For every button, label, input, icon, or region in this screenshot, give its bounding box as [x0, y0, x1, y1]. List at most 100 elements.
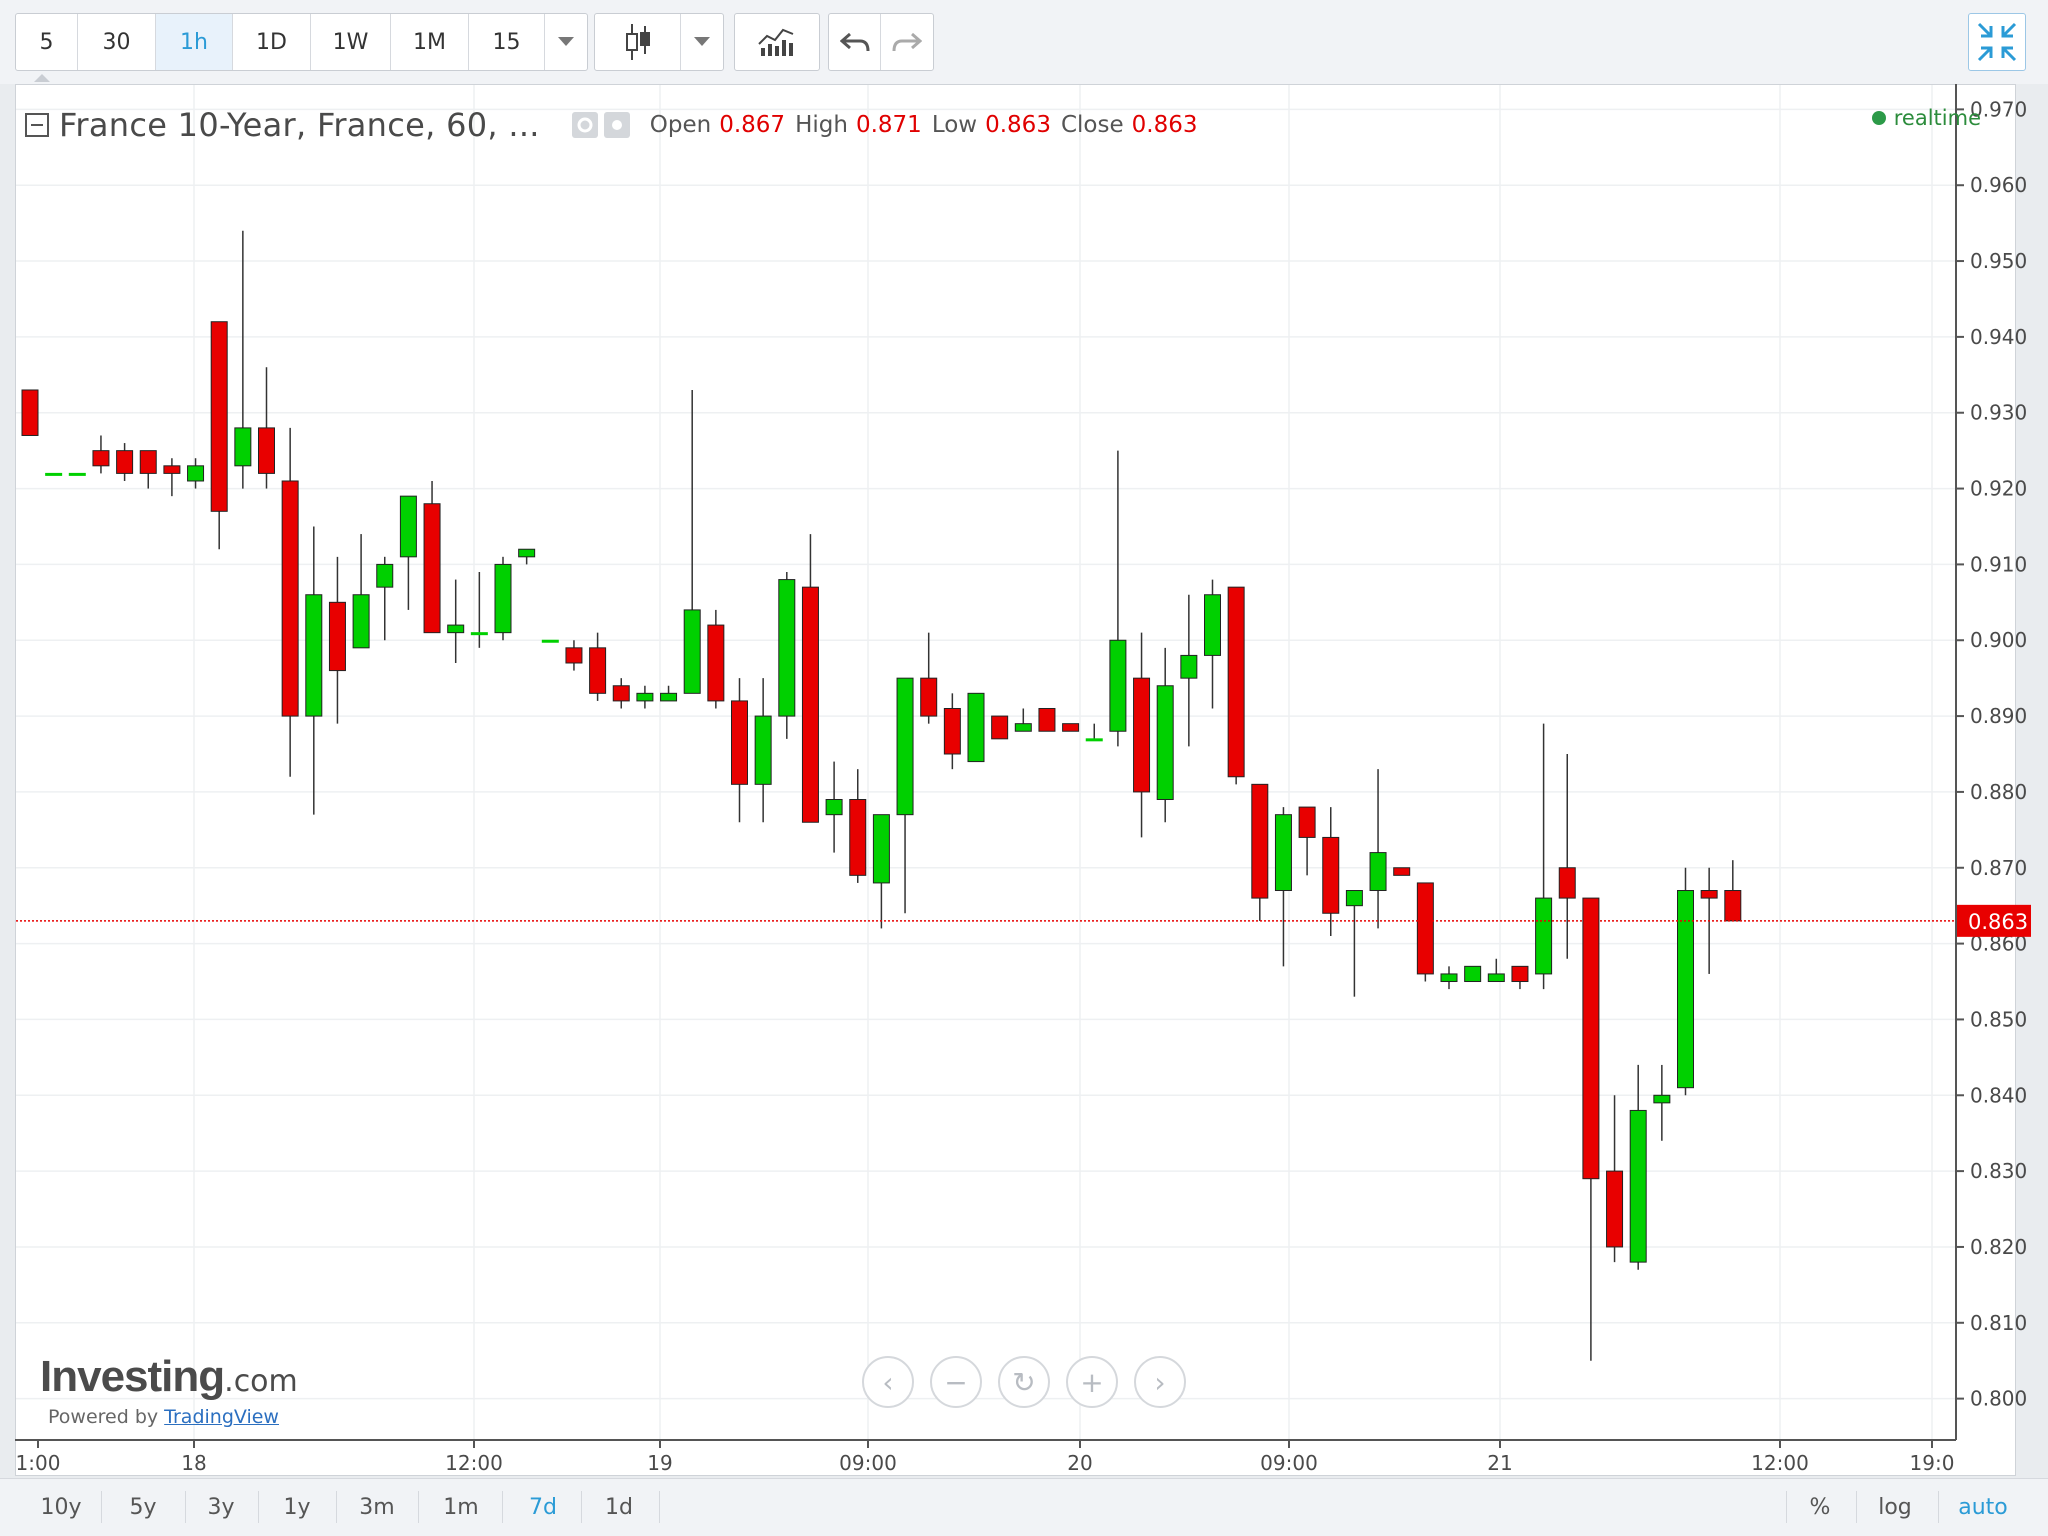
candle[interactable]	[636, 685, 654, 709]
candle[interactable]	[423, 480, 441, 634]
candlestick-chart[interactable]: 0.9700.9600.9500.9400.9300.9200.9100.900…	[0, 0, 2048, 1536]
candle[interactable]	[920, 632, 938, 724]
candle[interactable]	[21, 389, 39, 436]
log-scale-button[interactable]: log	[1860, 1479, 1930, 1535]
candle[interactable]	[1133, 632, 1151, 838]
candle[interactable]	[1062, 723, 1080, 732]
candle-body	[541, 639, 559, 643]
candle[interactable]	[612, 678, 630, 709]
candle[interactable]	[305, 526, 323, 815]
candle[interactable]	[518, 548, 536, 565]
candle[interactable]	[68, 472, 86, 476]
candle[interactable]	[872, 814, 890, 929]
candle[interactable]	[1227, 586, 1245, 785]
reset-button[interactable]: ↻	[998, 1356, 1050, 1408]
zoom-in-button[interactable]: +	[1066, 1356, 1118, 1408]
candle[interactable]	[825, 761, 843, 853]
candle[interactable]	[1653, 1064, 1671, 1141]
candle[interactable]	[45, 472, 63, 476]
candle[interactable]	[281, 427, 299, 777]
candle[interactable]	[376, 556, 394, 641]
candle[interactable]	[116, 443, 134, 481]
candle[interactable]	[943, 693, 961, 770]
range-button-3y[interactable]: 3y	[186, 1479, 256, 1535]
candle[interactable]	[1558, 754, 1576, 959]
range-button-1y[interactable]: 1y	[262, 1479, 332, 1535]
candle[interactable]	[589, 632, 607, 701]
candle[interactable]	[92, 435, 110, 474]
candle[interactable]	[1606, 1095, 1624, 1263]
candle[interactable]	[1322, 807, 1340, 937]
logo-brand: Investing	[40, 1352, 225, 1401]
candle[interactable]	[1156, 647, 1174, 823]
candle[interactable]	[1511, 965, 1529, 990]
candle[interactable]	[1369, 769, 1387, 929]
candle[interactable]	[754, 678, 772, 823]
candle[interactable]	[1582, 897, 1600, 1361]
candle-body	[45, 472, 63, 476]
candle[interactable]	[991, 715, 1009, 740]
candle[interactable]	[1014, 708, 1032, 732]
candle[interactable]	[1204, 579, 1221, 709]
range-button-7d[interactable]: 7d	[508, 1479, 578, 1535]
range-button-5y[interactable]: 5y	[108, 1479, 178, 1535]
visibility-settings-icons[interactable]	[571, 110, 632, 140]
candle[interactable]	[896, 677, 914, 914]
candle[interactable]	[1440, 966, 1458, 990]
candle[interactable]	[447, 579, 465, 663]
range-button-1m[interactable]: 1m	[426, 1479, 496, 1535]
candle[interactable]	[683, 389, 701, 694]
candle[interactable]	[801, 534, 819, 823]
candle[interactable]	[1109, 450, 1127, 747]
candle[interactable]	[352, 534, 370, 649]
tradingview-link[interactable]: TradingView	[164, 1406, 279, 1428]
candle[interactable]	[494, 556, 512, 641]
candle[interactable]	[1085, 723, 1103, 742]
candle[interactable]	[967, 692, 985, 763]
legend-header: France 10-Year, France, 60, ... Open 0.8…	[25, 100, 1197, 150]
candle[interactable]	[234, 230, 252, 489]
candle[interactable]	[1393, 867, 1411, 876]
candle[interactable]	[1251, 783, 1269, 921]
scroll-right-button[interactable]: ›	[1134, 1356, 1186, 1408]
candle[interactable]	[707, 609, 725, 709]
investing-logo[interactable]: Investing.com Powered by TradingView	[40, 1352, 298, 1428]
candle[interactable]	[849, 769, 867, 883]
candle[interactable]	[1038, 707, 1056, 732]
candle[interactable]	[1487, 958, 1505, 983]
scroll-left-button[interactable]: ‹	[862, 1356, 914, 1408]
candle[interactable]	[139, 450, 157, 489]
candle[interactable]	[1464, 965, 1482, 983]
candle-body	[565, 647, 583, 664]
candle[interactable]	[399, 495, 417, 610]
range-button-10y[interactable]: 10y	[28, 1479, 94, 1535]
candle[interactable]	[778, 571, 796, 739]
candle[interactable]	[210, 321, 228, 550]
candle[interactable]	[328, 556, 346, 724]
candle[interactable]	[1180, 594, 1198, 747]
range-button-1d[interactable]: 1d	[584, 1479, 654, 1535]
candle[interactable]	[1724, 860, 1742, 922]
candle[interactable]	[1298, 806, 1316, 876]
candle[interactable]	[660, 685, 678, 702]
candle[interactable]	[187, 458, 205, 489]
candle[interactable]	[1416, 882, 1434, 982]
collapse-legend-icon[interactable]	[25, 113, 49, 137]
range-button-3m[interactable]: 3m	[342, 1479, 412, 1535]
candle-body	[707, 624, 725, 702]
auto-scale-button[interactable]: auto	[1948, 1479, 2018, 1535]
candle-body	[612, 685, 630, 702]
zoom-out-button[interactable]: −	[930, 1356, 982, 1408]
candle[interactable]	[258, 367, 275, 489]
candle-body	[1156, 685, 1174, 801]
y-tick-label: 0.890	[1970, 704, 2027, 728]
percent-scale-button[interactable]: %	[1790, 1479, 1850, 1535]
candle[interactable]	[1677, 867, 1694, 1096]
candle[interactable]	[541, 639, 559, 643]
realtime-indicator: realtime	[1871, 106, 1981, 130]
candle[interactable]	[163, 458, 181, 497]
candle[interactable]	[565, 640, 583, 671]
candle[interactable]	[731, 678, 748, 823]
candle[interactable]	[1535, 723, 1553, 990]
open-value: 0.867	[719, 112, 786, 138]
